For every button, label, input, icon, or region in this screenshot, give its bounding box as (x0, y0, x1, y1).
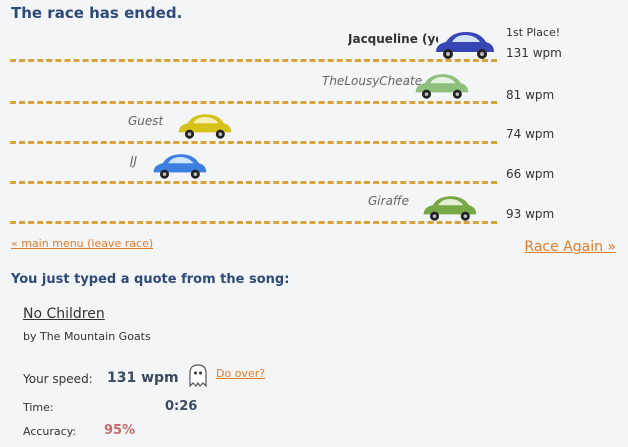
racer-name: TheLousyCheater (322, 74, 422, 88)
car-hubcap-front (218, 132, 223, 136)
race-again-link[interactable]: Race Again » (524, 239, 616, 255)
race-lane: TheLousyCheater (10, 66, 497, 104)
race-lane: Giraffe (10, 186, 497, 224)
speed-label: Your speed: (23, 372, 93, 386)
race-status-title: The race has ended. (11, 4, 183, 22)
ghost-body (189, 364, 207, 388)
car-hubcap-back (162, 172, 167, 176)
car-icon (436, 32, 494, 59)
car-hubcap-front (193, 172, 198, 176)
song-artist: by The Mountain Goats (23, 330, 151, 343)
quote-heading: You just typed a quote from the song: (11, 272, 290, 287)
song-title-link[interactable]: No Children (23, 306, 105, 322)
car-icon (423, 196, 477, 221)
racer-name: Jacqueline (you) (348, 32, 438, 46)
car-hubcap-back (432, 214, 437, 218)
racer-wpm: 131 wpm (506, 46, 562, 60)
car-hubcap-front (455, 92, 460, 96)
time-label: Time: (23, 401, 54, 414)
do-over-link[interactable]: Do over? (216, 367, 265, 380)
car-hubcap-front (463, 214, 468, 218)
racer-wpm: 93 wpm (506, 207, 555, 221)
race-lane: Guest (10, 106, 497, 144)
racer-wpm: 74 wpm (506, 127, 555, 141)
main-menu-link[interactable]: « main menu (leave race) (11, 237, 153, 250)
car-hubcap-back (424, 92, 429, 96)
accuracy-value: 95% (104, 423, 136, 438)
racer-wpm: 81 wpm (506, 88, 555, 102)
car-icon (153, 154, 207, 179)
car-hubcap-front (480, 52, 484, 56)
time-value: 0:26 (165, 399, 198, 414)
car-icon (178, 114, 232, 139)
racer-name: Guest (128, 114, 164, 128)
race-lane: JJ (10, 146, 497, 184)
speed-value: 131 wpm (107, 370, 179, 386)
ghost-eye-left (194, 371, 197, 375)
race-lane: Jacqueline (you) (10, 24, 497, 62)
ghost-icon (189, 364, 207, 388)
ghost-eye-right (199, 371, 202, 375)
place-badge: 1st Place! (506, 26, 561, 39)
accuracy-label: Accuracy: (23, 425, 77, 438)
racer-name: JJ (130, 154, 138, 168)
car-hubcap-back (187, 132, 192, 136)
car-hubcap-back (446, 52, 450, 56)
racer-wpm: 66 wpm (506, 167, 555, 181)
car-icon (415, 74, 469, 99)
racer-name: Giraffe (368, 194, 409, 208)
